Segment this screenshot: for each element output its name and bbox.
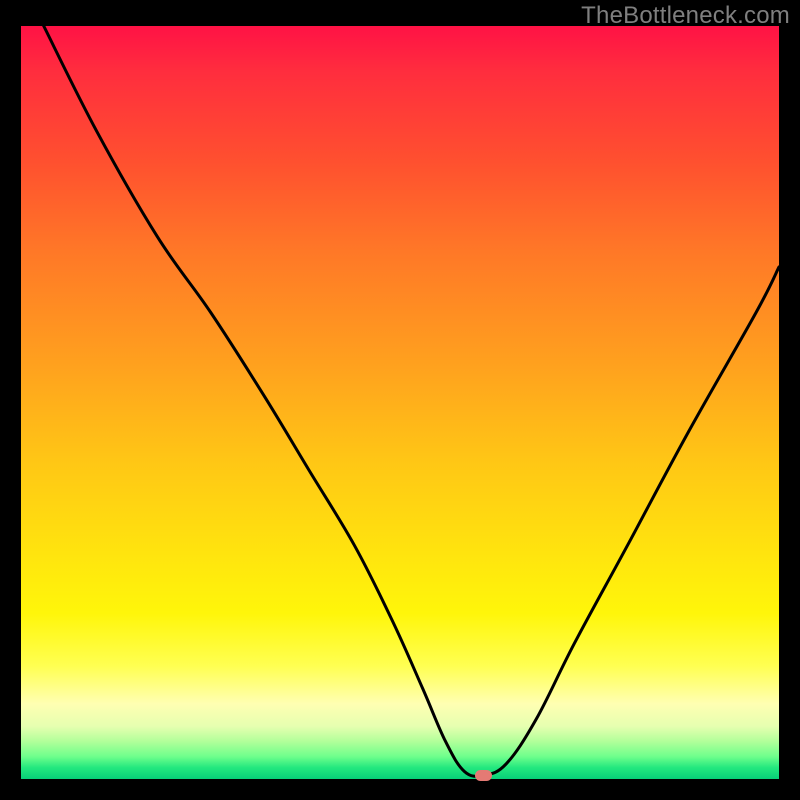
chart-frame: TheBottleneck.com <box>0 0 800 800</box>
optimal-point-marker <box>475 770 492 781</box>
plot-area <box>21 26 779 779</box>
bottleneck-curve <box>21 26 779 779</box>
